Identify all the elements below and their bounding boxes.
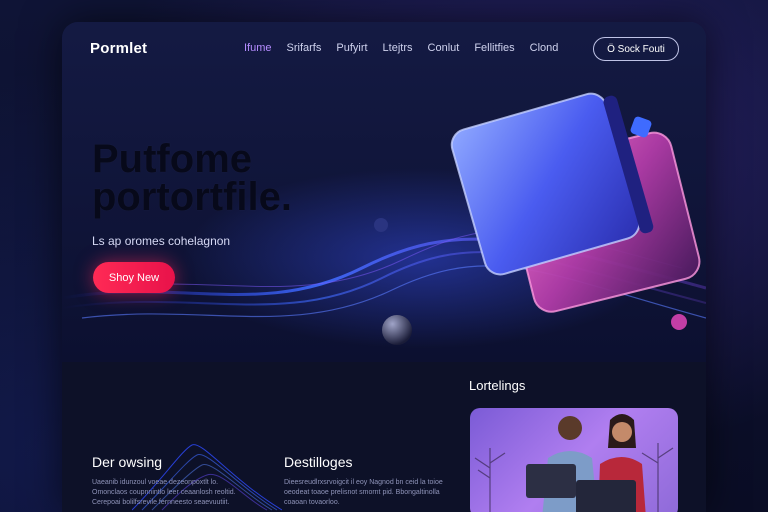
hero-title: Putfome portortfile. — [92, 137, 352, 219]
top-navigation: Pormlet Ifume Srifarfs Pufyirt Ltejtrs C… — [62, 22, 706, 78]
nav-link-6[interactable]: Fellitfies — [474, 42, 514, 54]
nav-link-contact[interactable]: Conlut — [428, 42, 460, 54]
hero-title-line-2: portortfile. — [92, 175, 292, 219]
nav-link-4[interactable]: Ltejtrs — [383, 42, 413, 54]
brand-logo[interactable]: Pormlet — [90, 40, 147, 57]
nav-link-3[interactable]: Pufyirt — [336, 42, 367, 54]
features-section: Der owsing Uaeanib idunzoul voeae dezeon… — [62, 362, 706, 512]
feature-title-1: Der owsing — [92, 454, 163, 470]
hero-section: Putfome portortfile. Ls ap oromes cohela… — [62, 78, 706, 362]
nav-link-home[interactable]: Ifume — [244, 42, 272, 54]
hero-illustration — [62, 92, 706, 348]
portfolio-window: Pormlet Ifume Srifarfs Pufyirt Ltejtrs C… — [62, 22, 706, 512]
book-call-label: Ö Sock Fouti — [607, 43, 665, 55]
hero-title-line-1: Putfome — [92, 137, 252, 181]
team-photo[interactable] — [470, 408, 678, 512]
nav-link-7[interactable]: Clond — [530, 42, 559, 54]
shop-now-button[interactable]: Shoy New — [93, 262, 175, 293]
nav-link-2[interactable]: Srifarfs — [287, 42, 322, 54]
nav-links: Ifume Srifarfs Pufyirt Ltejtrs Conlut Fe… — [244, 42, 558, 54]
feature-title-2: Destilloges — [284, 454, 353, 470]
people-laptop-illustration — [474, 414, 674, 512]
latest-listings-title: Lortelings — [469, 378, 526, 393]
book-call-button[interactable]: Ö Sock Fouti — [593, 37, 679, 61]
feature-text-2: Dieesreudlrxsrvoigcit il eoy Nagnod bn c… — [284, 479, 443, 506]
feature-text-1: Uaeanib idunzoul voeae dezeonpoxtlt lo. … — [92, 479, 236, 506]
hero-subtitle: Ls ap oromes cohelagnon — [92, 234, 231, 248]
